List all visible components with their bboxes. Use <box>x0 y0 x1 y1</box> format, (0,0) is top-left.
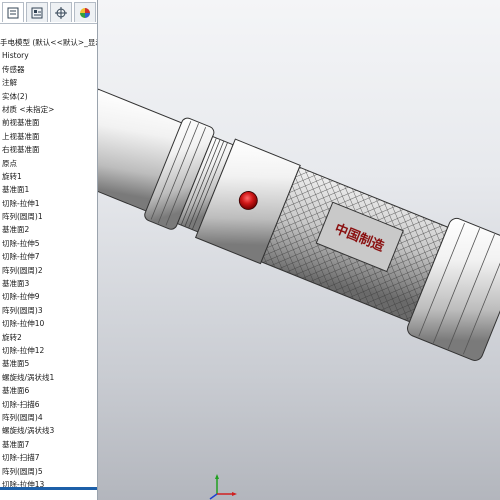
tree-item-label: 螺旋线/涡状线3 <box>2 426 55 436</box>
tree-item[interactable]: 切除-拉伸10 <box>0 317 97 330</box>
tree-item-label: 基准面7 <box>2 439 30 449</box>
tree-item[interactable]: 切除-扫描6 <box>0 398 97 411</box>
feature-manager-panel: 手电模型 (默认<<默认>_显示 History 传感器注解实体(2) 材质 <未指定… <box>0 0 98 500</box>
tree-item-label: 切除-扫描6 <box>2 399 40 409</box>
tree-item[interactable]: 阵列(圆周)3 <box>0 304 97 317</box>
tree-item[interactable]: 阵列(圆周)4 <box>0 411 97 424</box>
tree-item-label: 切除-拉伸5 <box>2 238 40 248</box>
tree-item-label: 阵列(圆周)1 <box>2 212 43 222</box>
tree-item[interactable]: 螺旋线/涡状线1 <box>0 371 97 384</box>
tree-item-label: 上视基准面 <box>2 131 40 141</box>
tree-item-label: 基准面2 <box>2 225 30 235</box>
tree-item-label: 手电模型 (默认<<默认>_显示 <box>0 38 97 47</box>
property-manager-icon <box>31 7 43 18</box>
tree-item-label: 切除-拉伸12 <box>2 345 45 355</box>
tree-item[interactable]: 上视基准面 <box>0 130 97 143</box>
tree-item-label: 右视基准面 <box>2 145 40 155</box>
tree-item-label: 原点 <box>2 158 17 168</box>
tree-item-label: 基准面5 <box>2 359 30 369</box>
tree-item-label: 前视基准面 <box>2 118 40 128</box>
tree-item[interactable]: 右视基准面 <box>0 143 97 156</box>
tree-item-label: 阵列(圆周)5 <box>2 466 43 476</box>
tree-item-label: 基准面1 <box>2 185 30 195</box>
tree-item[interactable]: 基准面7 <box>0 438 97 451</box>
axis-triad <box>209 474 237 500</box>
tree-item[interactable]: 切除-拉伸7 <box>0 250 97 263</box>
feature-manager-tab[interactable] <box>2 2 24 22</box>
tree-item[interactable]: 基准面3 <box>0 277 97 290</box>
tree-item-label: 基准面6 <box>2 386 30 396</box>
tree-item[interactable]: 阵列(圆周)5 <box>0 465 97 478</box>
tree-item[interactable]: History <box>0 49 97 62</box>
feature-tree: 手电模型 (默认<<默认>_显示 History 传感器注解实体(2) 材质 <未指定… <box>0 36 97 491</box>
tree-item[interactable]: 切除-拉伸12 <box>0 344 97 357</box>
tree-item-label: 传感器 <box>2 64 25 74</box>
tree-item-label: 旋转2 <box>2 332 22 342</box>
appearance-icon <box>80 7 90 18</box>
feature-manager-icon <box>7 7 19 18</box>
tree-item-label: 注解 <box>2 78 17 88</box>
panel-tabs <box>0 2 97 24</box>
tree-item[interactable]: 旋转2 <box>0 331 97 344</box>
tree-item[interactable]: 基准面1 <box>0 183 97 196</box>
tree-item-label: 阵列(圆周)4 <box>2 412 43 422</box>
tree-item[interactable]: 螺旋线/涡状线3 <box>0 424 97 437</box>
tree-item[interactable]: 传感器 <box>0 63 97 76</box>
tree-item-label: 切除-扫描7 <box>2 453 40 463</box>
tree-item-label: 实体(2) <box>2 91 28 101</box>
tree-item[interactable]: 前视基准面 <box>0 116 97 129</box>
tree-item-label: 材质 <未指定> <box>2 104 55 114</box>
tree-item[interactable]: 实体(2) <box>0 90 97 103</box>
panel-scrollbar[interactable] <box>0 487 97 490</box>
tree-item[interactable]: 基准面5 <box>0 357 97 370</box>
tree-item-label: 基准面3 <box>2 279 30 289</box>
tree-root-item[interactable]: 手电模型 (默认<<默认>_显示 <box>0 36 97 49</box>
tree-item[interactable]: 基准面6 <box>0 384 97 397</box>
tree-item-label: 切除-拉伸1 <box>2 198 40 208</box>
tree-item-label: 切除-拉伸7 <box>2 252 40 262</box>
configuration-manager-tab[interactable] <box>50 2 72 22</box>
tree-item-label: History <box>2 51 29 61</box>
tree-item[interactable]: 阵列(圆周)1 <box>0 210 97 223</box>
tree-item-label: 旋转1 <box>2 171 22 181</box>
property-manager-tab[interactable] <box>26 2 48 22</box>
tree-item[interactable]: 注解 <box>0 76 97 89</box>
tree-item[interactable]: 切除-扫描7 <box>0 451 97 464</box>
tree-item-label: 切除-拉伸9 <box>2 292 40 302</box>
tree-item[interactable]: 原点 <box>0 157 97 170</box>
tree-item[interactable]: 切除-拉伸1 <box>0 197 97 210</box>
tree-item-label: 阵列(圆周)3 <box>2 305 43 315</box>
tree-item[interactable]: 基准面2 <box>0 223 97 236</box>
tree-item[interactable]: 阵列(圆周)2 <box>0 264 97 277</box>
tree-item[interactable]: 切除-拉伸5 <box>0 237 97 250</box>
tree-item[interactable]: 旋转1 <box>0 170 97 183</box>
tree-item[interactable]: 切除-拉伸9 <box>0 290 97 303</box>
configuration-manager-icon <box>55 6 67 19</box>
tree-item-label: 阵列(圆周)2 <box>2 265 43 275</box>
appearance-tab[interactable] <box>74 2 96 22</box>
tree-item[interactable]: 材质 <未指定> <box>0 103 97 116</box>
tree-item-label: 螺旋线/涡状线1 <box>2 372 55 382</box>
flashlight-model: 中国制造 <box>97 88 500 361</box>
graphics-viewport[interactable]: 中国制造 <box>97 0 500 500</box>
tree-item-label: 切除-拉伸10 <box>2 319 45 329</box>
